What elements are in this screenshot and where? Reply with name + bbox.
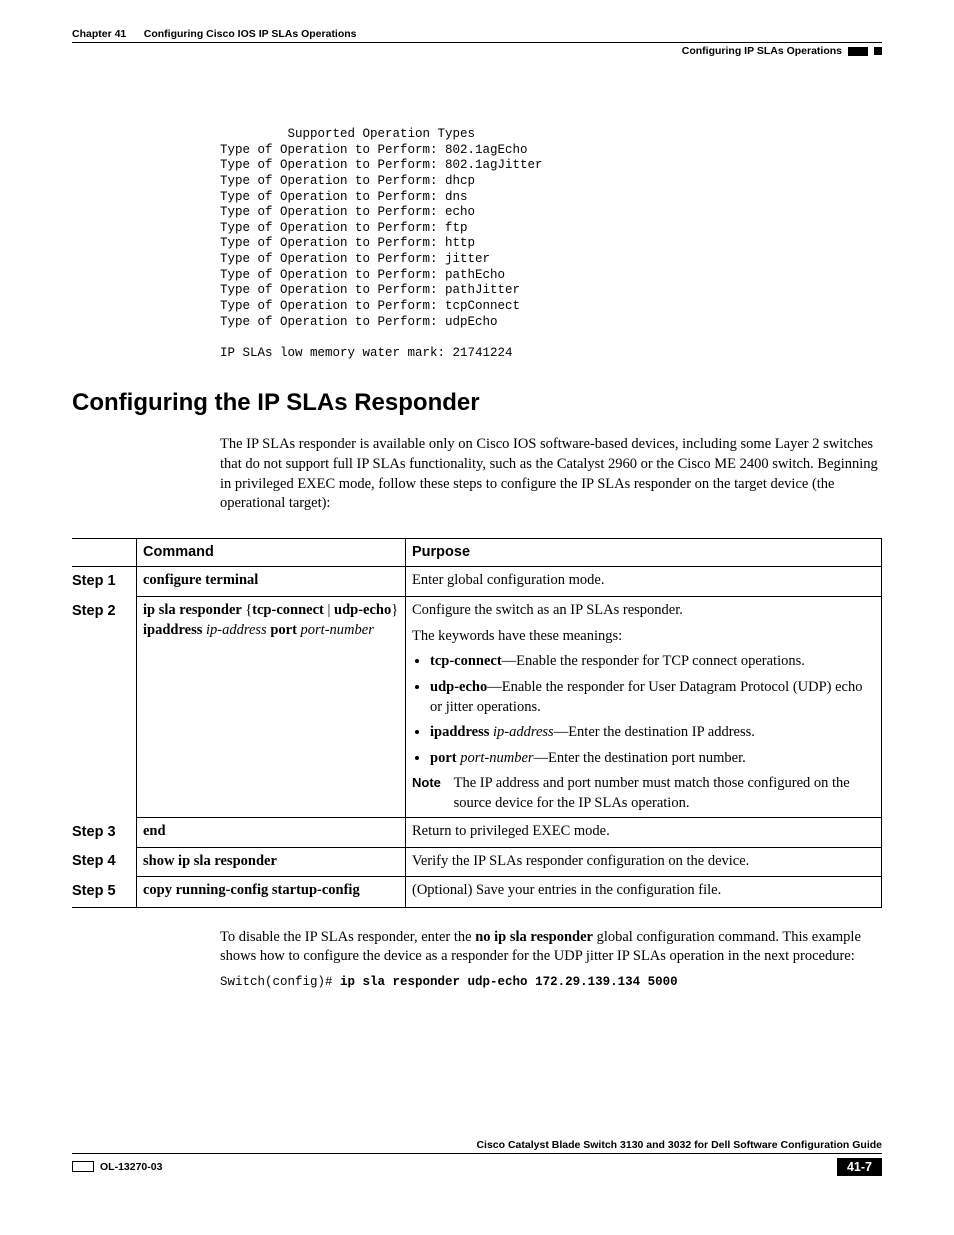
step-label: Step 5 (72, 877, 137, 907)
purpose-text: Configure the switch as an IP SLAs respo… (406, 597, 882, 818)
command-text: show ip sla responder (143, 853, 277, 869)
table-row: Step 3 end Return to privileged EXEC mod… (72, 818, 882, 848)
purpose-text: Verify the IP SLAs responder configurati… (406, 847, 882, 877)
step-label: Step 2 (72, 597, 137, 818)
chapter-header: Chapter 41 Configuring Cisco IOS IP SLAs… (72, 28, 357, 40)
col-header-purpose: Purpose (406, 538, 882, 567)
note-text: The IP address and port number must matc… (454, 774, 873, 813)
step-label: Step 1 (72, 567, 137, 597)
header-marker-box (848, 47, 868, 56)
section-title: Configuring the IP SLAs Responder (72, 389, 882, 417)
purpose-text: Enter global configuration mode. (406, 567, 882, 597)
command-text: copy running-config startup-config (143, 882, 360, 898)
footer-guide-title: Cisco Catalyst Blade Switch 3130 and 303… (72, 1139, 882, 1151)
table-row: Step 5 copy running-config startup-confi… (72, 877, 882, 907)
step-label: Step 3 (72, 818, 137, 848)
command-text: configure terminal (143, 572, 258, 588)
console-output: Supported Operation Types Type of Operat… (220, 127, 882, 361)
purpose-text: Return to privileged EXEC mode. (406, 818, 882, 848)
page-number: 41-7 (837, 1158, 882, 1176)
header-marker-small (874, 47, 882, 55)
col-header-command: Command (137, 538, 406, 567)
table-row: Step 2 ip sla responder {tcp-connect | u… (72, 597, 882, 818)
footer-rule (72, 1153, 882, 1154)
cli-example: Switch(config)# ip sla responder udp-ech… (220, 975, 882, 989)
table-row: Step 4 show ip sla responder Verify the … (72, 847, 882, 877)
footer-doc-id: OL-13270-03 (100, 1161, 162, 1173)
command-text: ip sla responder {tcp-connect | udp-echo… (137, 597, 406, 818)
header-rule (72, 42, 882, 43)
after-table-paragraph: To disable the IP SLAs responder, enter … (220, 928, 882, 967)
steps-table: Command Purpose Step 1 configure termina… (72, 538, 882, 908)
table-row: Step 1 configure terminal Enter global c… (72, 567, 882, 597)
section-header-right: Configuring IP SLAs Operations (682, 45, 842, 57)
command-text: end (143, 823, 166, 839)
footer-marker-box (72, 1161, 94, 1172)
note-label: Note (412, 774, 450, 792)
step-label: Step 4 (72, 847, 137, 877)
intro-paragraph: The IP SLAs responder is available only … (220, 435, 882, 513)
purpose-text: (Optional) Save your entries in the conf… (406, 877, 882, 907)
